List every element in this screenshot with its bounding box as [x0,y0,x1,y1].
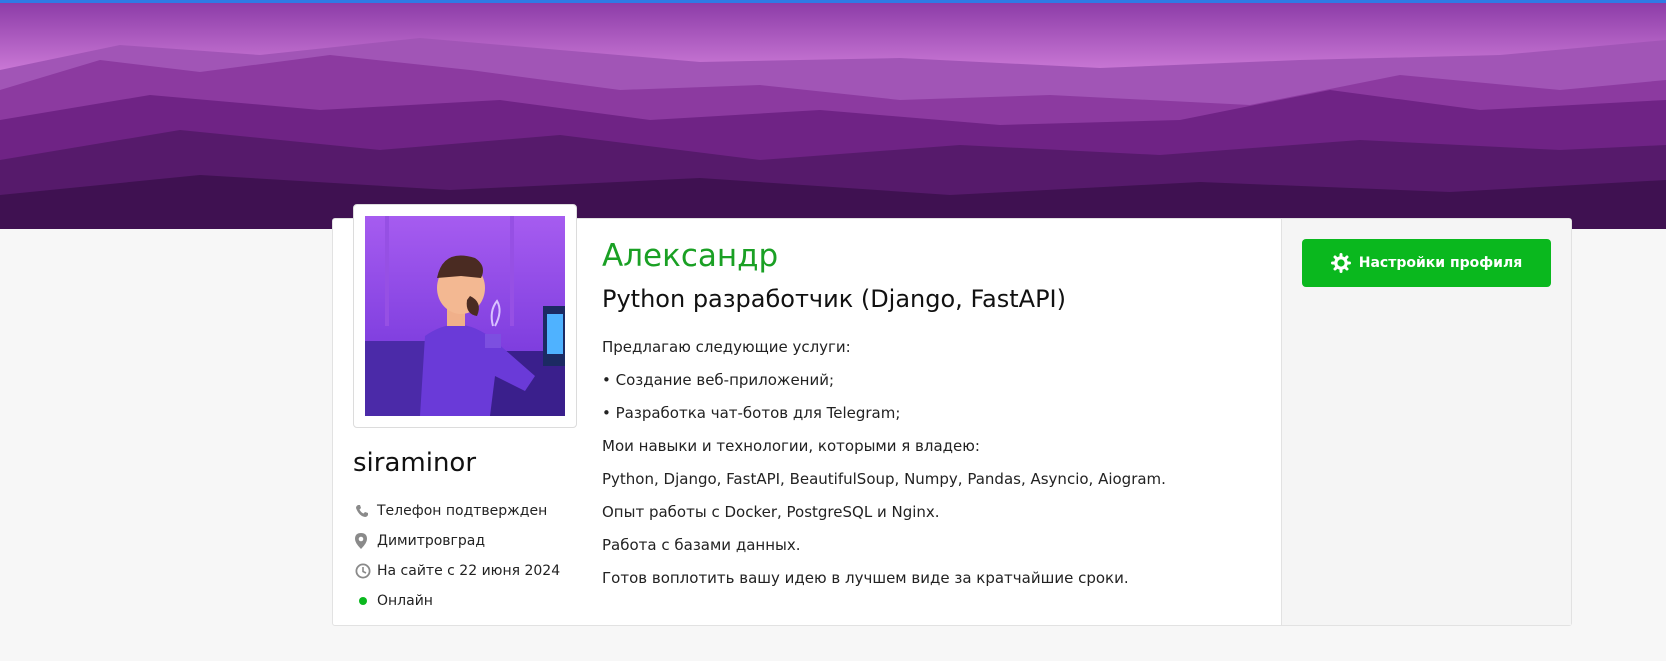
location-pin-icon [355,533,377,549]
phone-status-row: Телефон подтвержден [355,496,560,526]
member-since-row: На сайте с 22 июня 2024 [355,556,560,586]
online-status-row: Онлайн [355,586,560,616]
description-line: Предлагаю следующие услуги: [602,338,851,356]
description-line: Python, Django, FastAPI, BeautifulSoup, … [602,470,1166,488]
profile-cover-image [0,0,1666,229]
phone-icon [355,504,377,518]
description-line: Мои навыки и технологии, которыми я влад… [602,437,980,455]
profile-first-name: Александр [602,238,779,274]
username: siraminor [353,448,477,478]
clock-icon [355,563,377,579]
description-line: Готов воплотить вашу идею в лучшем виде … [602,569,1129,587]
settings-button-label: Настройки профиля [1358,255,1523,271]
profile-settings-button[interactable]: Настройки профиля [1302,239,1551,287]
member-since-text: На сайте с 22 июня 2024 [377,563,561,579]
description-line: • Разработка чат-ботов для Telegram; [602,404,901,422]
profile-main-info: Александр Python разработчик (Django, Fa… [602,236,1252,595]
gear-icon [1330,253,1351,273]
profile-title: Python разработчик (Django, FastAPI) [602,285,1066,313]
avatar[interactable] [353,204,577,428]
description-line: Работа с базами данных. [602,536,801,554]
top-progress-line [0,0,1666,3]
profile-description: Предлагаю следующие услуги: • Создание в… [602,331,1252,595]
city-row: Димитровград [355,526,560,556]
phone-status-text: Телефон подтвержден [377,503,548,519]
city-text: Димитровград [377,533,486,549]
online-dot-icon [359,597,367,605]
description-line: • Создание веб-приложений; [602,371,835,389]
profile-meta-list: Телефон подтвержден Димитровград На сайт… [355,496,560,616]
online-status-text: Онлайн [377,593,433,609]
avatar-image [365,216,565,416]
description-line: Опыт работы с Docker, PostgreSQL и Nginx… [602,503,940,521]
